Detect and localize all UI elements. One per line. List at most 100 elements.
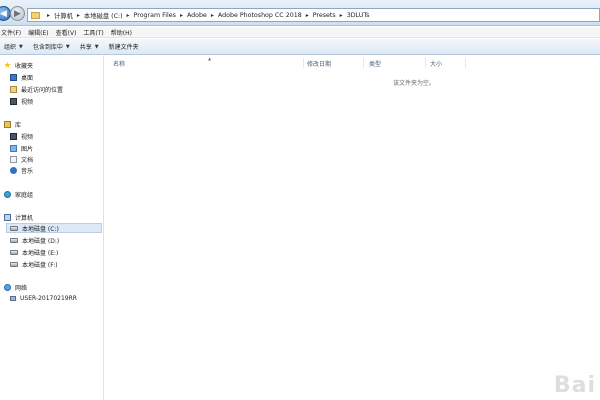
menu-view[interactable]: 查看(V) xyxy=(56,28,77,37)
star-icon xyxy=(4,61,11,68)
command-bar: 组织 ▼ 包含到库中 ▼ 共享 ▼ 新建文件夹 xyxy=(0,39,600,55)
navigation-pane: 收藏夹 桌面 最近访问的位置 视频 库 视频 图片 文档 音乐 家庭组 计算机 xyxy=(0,56,104,400)
nav-network-pc-label: USER-20170219RR xyxy=(20,294,77,302)
share-button[interactable]: 共享 ▼ xyxy=(79,42,99,52)
caret-down-icon: ▼ xyxy=(65,43,70,50)
hard-drive-icon xyxy=(10,225,18,231)
nav-homegroup[interactable]: 家庭组 xyxy=(4,189,33,199)
recent-places-icon xyxy=(10,85,17,93)
include-library-button[interactable]: 包含到库中 ▼ xyxy=(32,42,70,52)
nav-recent[interactable]: 最近访问的位置 xyxy=(10,84,63,94)
nav-drive-c[interactable]: 本地磁盘 (C:) xyxy=(6,223,102,233)
column-name[interactable]: 名称 xyxy=(113,58,125,68)
nav-documents-label: 文档 xyxy=(21,156,34,164)
organize-label: 组织 xyxy=(4,44,17,51)
video-icon xyxy=(10,132,17,140)
network-icon xyxy=(4,283,11,291)
chevron-right-icon[interactable]: ▸ xyxy=(340,12,343,19)
breadcrumb-drive-c[interactable]: 本地磁盘 (C:) xyxy=(84,11,123,20)
nav-drive-f[interactable]: 本地磁盘 (F:) xyxy=(10,259,58,269)
breadcrumb-3dluts[interactable]: 3DLUTs xyxy=(347,12,370,19)
music-icon xyxy=(10,166,17,174)
breadcrumb-program-files[interactable]: Program Files xyxy=(134,12,176,19)
share-label: 共享 xyxy=(79,44,92,51)
hard-drive-icon xyxy=(10,249,18,255)
breadcrumb-photoshop[interactable]: Adobe Photoshop CC 2018 xyxy=(218,12,302,19)
nav-network[interactable]: 网络 xyxy=(4,282,27,292)
breadcrumb-computer[interactable]: 计算机 xyxy=(54,11,73,20)
nav-documents[interactable]: 文档 xyxy=(10,154,33,164)
computer-icon xyxy=(4,213,11,221)
nav-desktop-label: 桌面 xyxy=(21,74,34,82)
picture-icon xyxy=(10,144,17,152)
chevron-right-icon[interactable]: ▸ xyxy=(306,12,309,19)
nav-music-label: 音乐 xyxy=(21,167,34,175)
nav-recent-label: 最近访问的位置 xyxy=(21,86,64,94)
caret-down-icon: ▼ xyxy=(94,43,99,50)
menu-file[interactable]: 文件(F) xyxy=(1,28,21,37)
column-divider[interactable] xyxy=(363,58,364,68)
forward-button[interactable]: ▶ xyxy=(10,6,25,21)
chevron-right-icon[interactable]: ▸ xyxy=(211,12,214,19)
new-folder-button[interactable]: 新建文件夹 xyxy=(109,42,139,51)
nav-drive-e-label: 本地磁盘 (E:) xyxy=(22,249,59,257)
hard-drive-icon xyxy=(10,261,18,267)
video-icon xyxy=(10,97,17,105)
nav-favorites-label: 收藏夹 xyxy=(15,62,34,70)
menu-tools[interactable]: 工具(T) xyxy=(83,28,103,37)
desktop-icon xyxy=(10,73,17,81)
column-divider[interactable] xyxy=(425,58,426,68)
hard-drive-icon xyxy=(10,237,18,243)
nav-music[interactable]: 音乐 xyxy=(10,165,33,175)
chevron-right-icon[interactable]: ▸ xyxy=(127,12,130,19)
menu-bar: 文件(F) 编辑(E) 查看(V) 工具(T) 帮助(H) xyxy=(0,27,600,38)
nav-drive-f-label: 本地磁盘 (F:) xyxy=(22,261,58,269)
menu-edit[interactable]: 编辑(E) xyxy=(28,28,48,37)
folder-icon xyxy=(31,11,40,19)
file-list[interactable]: 名称 ▲ 修改日期 类型 大小 该文件夹为空。 xyxy=(105,56,600,400)
column-divider[interactable] xyxy=(303,58,304,68)
library-icon xyxy=(4,120,11,128)
chevron-right-icon[interactable]: ▸ xyxy=(180,12,183,19)
nav-computer[interactable]: 计算机 xyxy=(4,212,33,222)
nav-pictures[interactable]: 图片 xyxy=(10,143,33,153)
column-type[interactable]: 类型 xyxy=(369,58,381,68)
column-date-modified[interactable]: 修改日期 xyxy=(307,58,331,68)
chevron-right-icon[interactable]: ▸ xyxy=(77,12,80,19)
breadcrumb-presets[interactable]: Presets xyxy=(313,12,336,19)
nav-network-label: 网络 xyxy=(15,284,28,292)
nav-videos[interactable]: 视频 xyxy=(10,131,33,141)
caret-down-icon: ▼ xyxy=(19,43,23,50)
column-size[interactable]: 大小 xyxy=(430,58,442,68)
computer-icon xyxy=(10,295,16,301)
column-type-label: 类型 xyxy=(369,60,382,68)
nav-network-pc[interactable]: USER-20170219RR xyxy=(10,293,77,303)
nav-libraries-label: 库 xyxy=(15,121,22,129)
nav-computer-label: 计算机 xyxy=(15,214,34,222)
address-toolbar: ◀ ▶ ▸ 计算机 ▸ 本地磁盘 (C:) ▸ Program Files ▸ … xyxy=(0,0,600,26)
breadcrumb-adobe[interactable]: Adobe xyxy=(187,12,207,19)
column-size-label: 大小 xyxy=(430,60,443,68)
menu-help[interactable]: 帮助(H) xyxy=(111,28,132,37)
nav-libraries[interactable]: 库 xyxy=(4,119,21,129)
nav-videos-label: 视频 xyxy=(21,133,34,141)
arrow-left-icon: ◀ xyxy=(0,8,7,19)
nav-videos-fav[interactable]: 视频 xyxy=(10,96,33,106)
column-date-modified-label: 修改日期 xyxy=(307,60,332,68)
new-folder-label: 新建文件夹 xyxy=(108,44,139,51)
column-divider[interactable] xyxy=(465,58,466,68)
organize-button[interactable]: 组织 ▼ xyxy=(4,42,23,52)
nav-desktop[interactable]: 桌面 xyxy=(10,72,33,82)
include-library-label: 包含到库中 xyxy=(32,44,63,51)
nav-drive-d-label: 本地磁盘 (D:) xyxy=(22,237,60,245)
chevron-right-icon: ▸ xyxy=(47,11,51,19)
empty-folder-message: 该文件夹为空。 xyxy=(393,80,436,87)
nav-drive-c-label: 本地磁盘 (C:) xyxy=(22,225,59,233)
nav-pictures-label: 图片 xyxy=(21,145,34,153)
nav-favorites[interactable]: 收藏夹 xyxy=(4,60,33,70)
document-icon xyxy=(10,155,17,163)
nav-drive-e[interactable]: 本地磁盘 (E:) xyxy=(10,247,58,257)
nav-drive-d[interactable]: 本地磁盘 (D:) xyxy=(10,235,59,245)
address-bar[interactable]: ▸ 计算机 ▸ 本地磁盘 (C:) ▸ Program Files ▸ Adob… xyxy=(27,8,600,22)
homegroup-icon xyxy=(4,190,11,198)
